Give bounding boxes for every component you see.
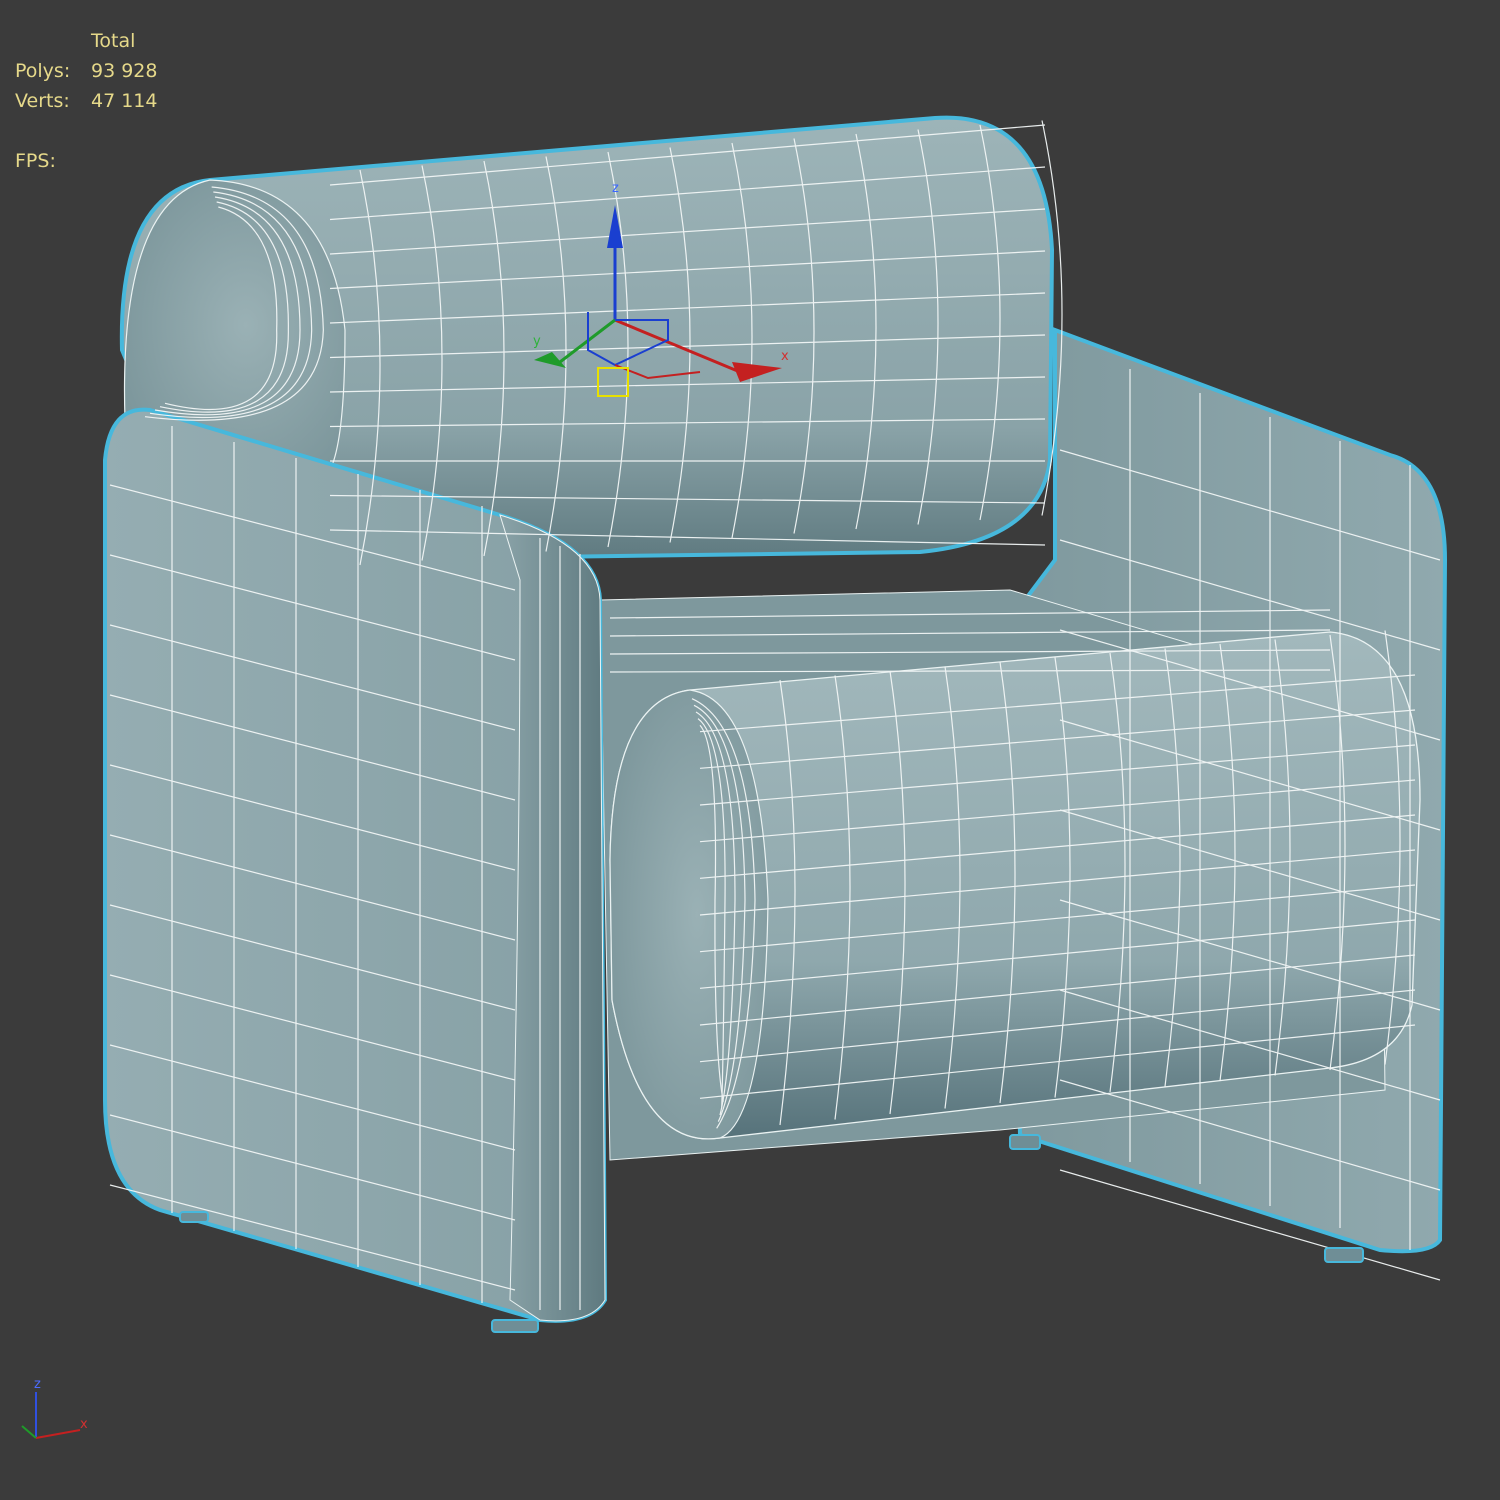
stats-verts-row: Verts: 47 114 — [15, 86, 157, 116]
polys-label: Polys: — [15, 60, 71, 82]
stats-fps-row: FPS: — [15, 146, 157, 176]
verts-label: Verts: — [15, 90, 70, 112]
view-axis-tripod-icon: z x — [21, 1377, 88, 1439]
gizmo-z-label: z — [612, 181, 619, 196]
verts-value: 47 114 — [91, 90, 158, 112]
armchair-model[interactable]: z x y z x — [0, 0, 1500, 1500]
polys-value: 93 928 — [91, 60, 158, 82]
fps-label: FPS: — [15, 150, 56, 172]
gizmo-x-label: x — [781, 349, 789, 364]
stats-header: Total — [91, 30, 136, 52]
gizmo-y-label: y — [533, 334, 541, 349]
viewport-statistics: Total Polys: 93 928 Verts: 47 114 FPS: — [15, 26, 157, 176]
viewport-perspective[interactable]: z x y z x Total Polys: 93 928 Verts: 47 … — [0, 0, 1500, 1500]
view-axis-x-label: x — [80, 1417, 88, 1432]
view-axis-z-label: z — [34, 1377, 41, 1392]
stats-polys-row: Polys: 93 928 — [15, 56, 157, 86]
